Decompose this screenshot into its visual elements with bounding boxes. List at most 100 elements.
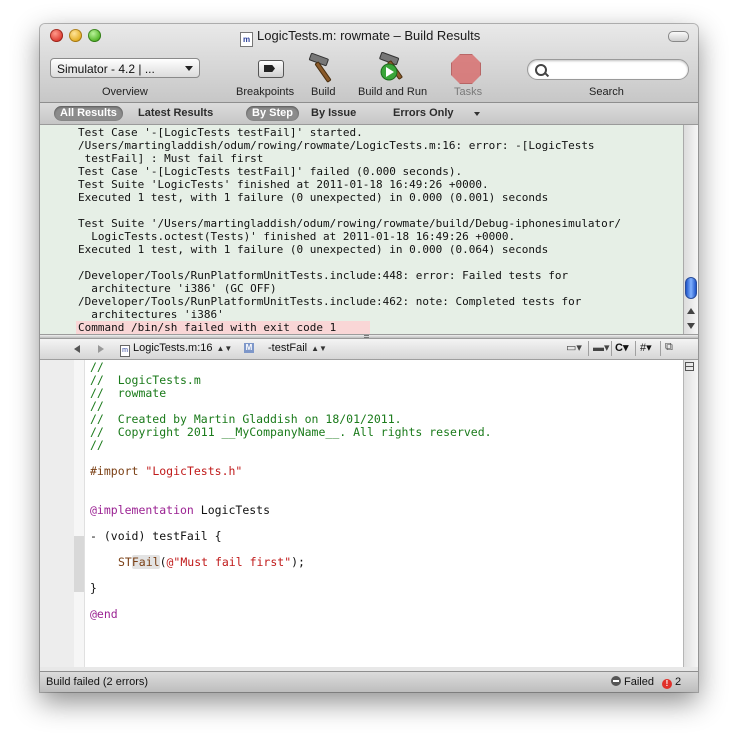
counterpart-menu[interactable]: C▾ <box>615 341 628 354</box>
editor-nav-bar: m LogicTests.m:16 ▲▼ M -testFail ▲▼ ▭▾ ▬▾ C… <box>40 339 698 665</box>
class-name: LogicTests <box>193 503 271 517</box>
build-log[interactable]: Test Case '-[LogicTests testFail]' start… <box>40 125 683 334</box>
search-label: Search <box>589 86 624 98</box>
includes-menu-label: # <box>640 342 647 354</box>
function-popup-label: -testFail <box>268 342 308 354</box>
split-editor-icon[interactable]: ⧉ <box>665 341 673 354</box>
forward-arrow-icon[interactable] <box>98 345 104 353</box>
log-line: /Users/martingladdish/odum/rowing/rowmat… <box>78 139 595 152</box>
overview-popup[interactable]: Simulator - 4.2 | ... <box>50 58 200 78</box>
toolbar-toggle-button[interactable] <box>668 31 689 42</box>
log-scrollbar[interactable] <box>683 125 698 334</box>
build-and-run-label[interactable]: Build and Run <box>358 86 427 98</box>
log-line: Test Case '-[LogicTests testFail]' faile… <box>78 165 463 178</box>
build-status[interactable]: Failed! 2 <box>611 676 681 689</box>
line-gutter[interactable] <box>40 360 75 667</box>
scroll-down-icon[interactable] <box>687 323 695 329</box>
log-line: Executed 1 test, with 1 failure (0 unexp… <box>78 243 549 256</box>
macro-prefix: ST <box>118 555 132 569</box>
hammer-icon[interactable] <box>308 52 342 84</box>
macro-string: @"Must fail first" <box>166 555 292 569</box>
error-icon: ! <box>661 679 672 689</box>
close-button[interactable] <box>50 29 63 42</box>
macro-open: ( <box>159 555 167 569</box>
method-signature: - (void) testFail { <box>90 529 222 543</box>
file-popup-label: LogicTests.m:16 <box>133 342 213 354</box>
divider <box>635 341 636 356</box>
divider <box>611 341 612 356</box>
drag-handle-icon <box>364 335 369 338</box>
back-arrow-icon[interactable] <box>74 345 80 353</box>
breakpoints-menu-icon[interactable]: ▬▾ <box>593 341 610 354</box>
code-comment: // <box>90 438 104 452</box>
import-directive: #import <box>90 464 139 478</box>
split-pane-icon[interactable] <box>685 362 694 371</box>
close-brace: } <box>90 581 97 595</box>
log-error-line[interactable]: Command /bin/sh failed with exit code 1 <box>76 321 370 334</box>
failed-icon <box>611 676 621 686</box>
scope-errors-only[interactable]: Errors Only <box>393 106 454 121</box>
scope-by-step[interactable]: By Step <box>246 106 299 121</box>
import-file: "LogicTests.h" <box>145 464 243 478</box>
import-line: #import "LogicTests.h" <box>90 465 242 478</box>
scope-by-issue[interactable]: By Issue <box>311 106 356 121</box>
macro-close: ); <box>291 555 305 569</box>
code-comment: // Copyright 2011 __MyCompanyName__. All… <box>90 425 492 439</box>
scope-bar: All Results Latest Results By Step By Is… <box>40 103 698 125</box>
stop-icon <box>451 54 481 84</box>
document-icon: m <box>120 345 130 357</box>
counterpart-menu-label: C <box>615 342 623 354</box>
chevron-down-icon <box>185 66 193 71</box>
search-input[interactable] <box>550 62 684 79</box>
implementation-keyword: @implementation <box>90 503 194 517</box>
build-and-run-icon[interactable] <box>378 52 412 84</box>
implementation-line: @implementation LogicTests <box>90 504 270 517</box>
file-popup[interactable]: m LogicTests.m:16 ▲▼ <box>120 342 232 357</box>
status-bar: Build failed (2 errors) Failed! 2 <box>40 671 698 692</box>
status-text: Build failed (2 errors) <box>46 676 149 688</box>
search-field[interactable] <box>527 59 689 80</box>
assert-line: STFail(@"Must fail first"); <box>118 555 305 569</box>
log-line: /Developer/Tools/RunPlatformUnitTests.in… <box>78 269 569 282</box>
scroll-up-icon[interactable] <box>687 308 695 314</box>
updown-icon: ▲▼ <box>216 344 233 353</box>
log-line: architecture 'i386' (GC OFF) <box>78 282 277 295</box>
log-line: testFail] : Must fail first <box>78 152 264 165</box>
macro-highlight: Fail <box>131 555 160 569</box>
log-line: architectures 'i386' <box>78 308 224 321</box>
bookmarks-icon[interactable]: ▭▾ <box>566 341 582 354</box>
window-title-text: LogicTests.m: rowmate – Build Results <box>257 28 481 43</box>
divider <box>660 341 661 356</box>
build-label[interactable]: Build <box>311 86 335 98</box>
log-line: Test Case '-[LogicTests testFail]' start… <box>78 126 363 139</box>
zoom-button[interactable] <box>88 29 101 42</box>
log-line: Test Suite '/Users/martingladdish/odum/r… <box>78 217 622 230</box>
editor-scrollbar[interactable] <box>683 360 698 667</box>
breakpoints-label[interactable]: Breakpoints <box>236 86 294 98</box>
error-count: 2 <box>674 676 682 688</box>
method-icon: M <box>244 343 254 353</box>
tasks-label: Tasks <box>454 86 483 98</box>
search-icon <box>535 64 547 76</box>
scope-latest-results[interactable]: Latest Results <box>138 106 213 121</box>
document-icon: m <box>240 32 253 47</box>
scroll-thumb[interactable] <box>685 277 697 299</box>
log-line: Test Suite 'LogicTests' finished at 2011… <box>78 178 489 191</box>
includes-menu[interactable]: #▾ <box>640 341 652 354</box>
scope-all-results[interactable]: All Results <box>54 106 123 121</box>
updown-icon: ▲▼ <box>311 344 327 353</box>
function-popup[interactable]: -testFail ▲▼ <box>268 342 327 354</box>
fold-region[interactable] <box>74 536 84 592</box>
divider <box>588 341 589 356</box>
end-keyword: @end <box>90 607 118 621</box>
folding-ribbon[interactable] <box>74 360 85 667</box>
overview-popup-value: Simulator - 4.2 | ... <box>57 62 155 76</box>
chevron-down-icon <box>474 112 480 116</box>
log-line: Executed 1 test, with 1 failure (0 unexp… <box>78 191 549 204</box>
minimize-button[interactable] <box>69 29 82 42</box>
overview-label: Overview <box>102 86 148 98</box>
code-editor[interactable]: // // LogicTests.m // rowmate // // Crea… <box>40 360 683 667</box>
log-line: LogicTests.octest(Tests)' finished at 20… <box>78 230 516 243</box>
breakpoints-icon[interactable] <box>258 60 284 78</box>
log-line: /Developer/Tools/RunPlatformUnitTests.in… <box>78 295 582 308</box>
